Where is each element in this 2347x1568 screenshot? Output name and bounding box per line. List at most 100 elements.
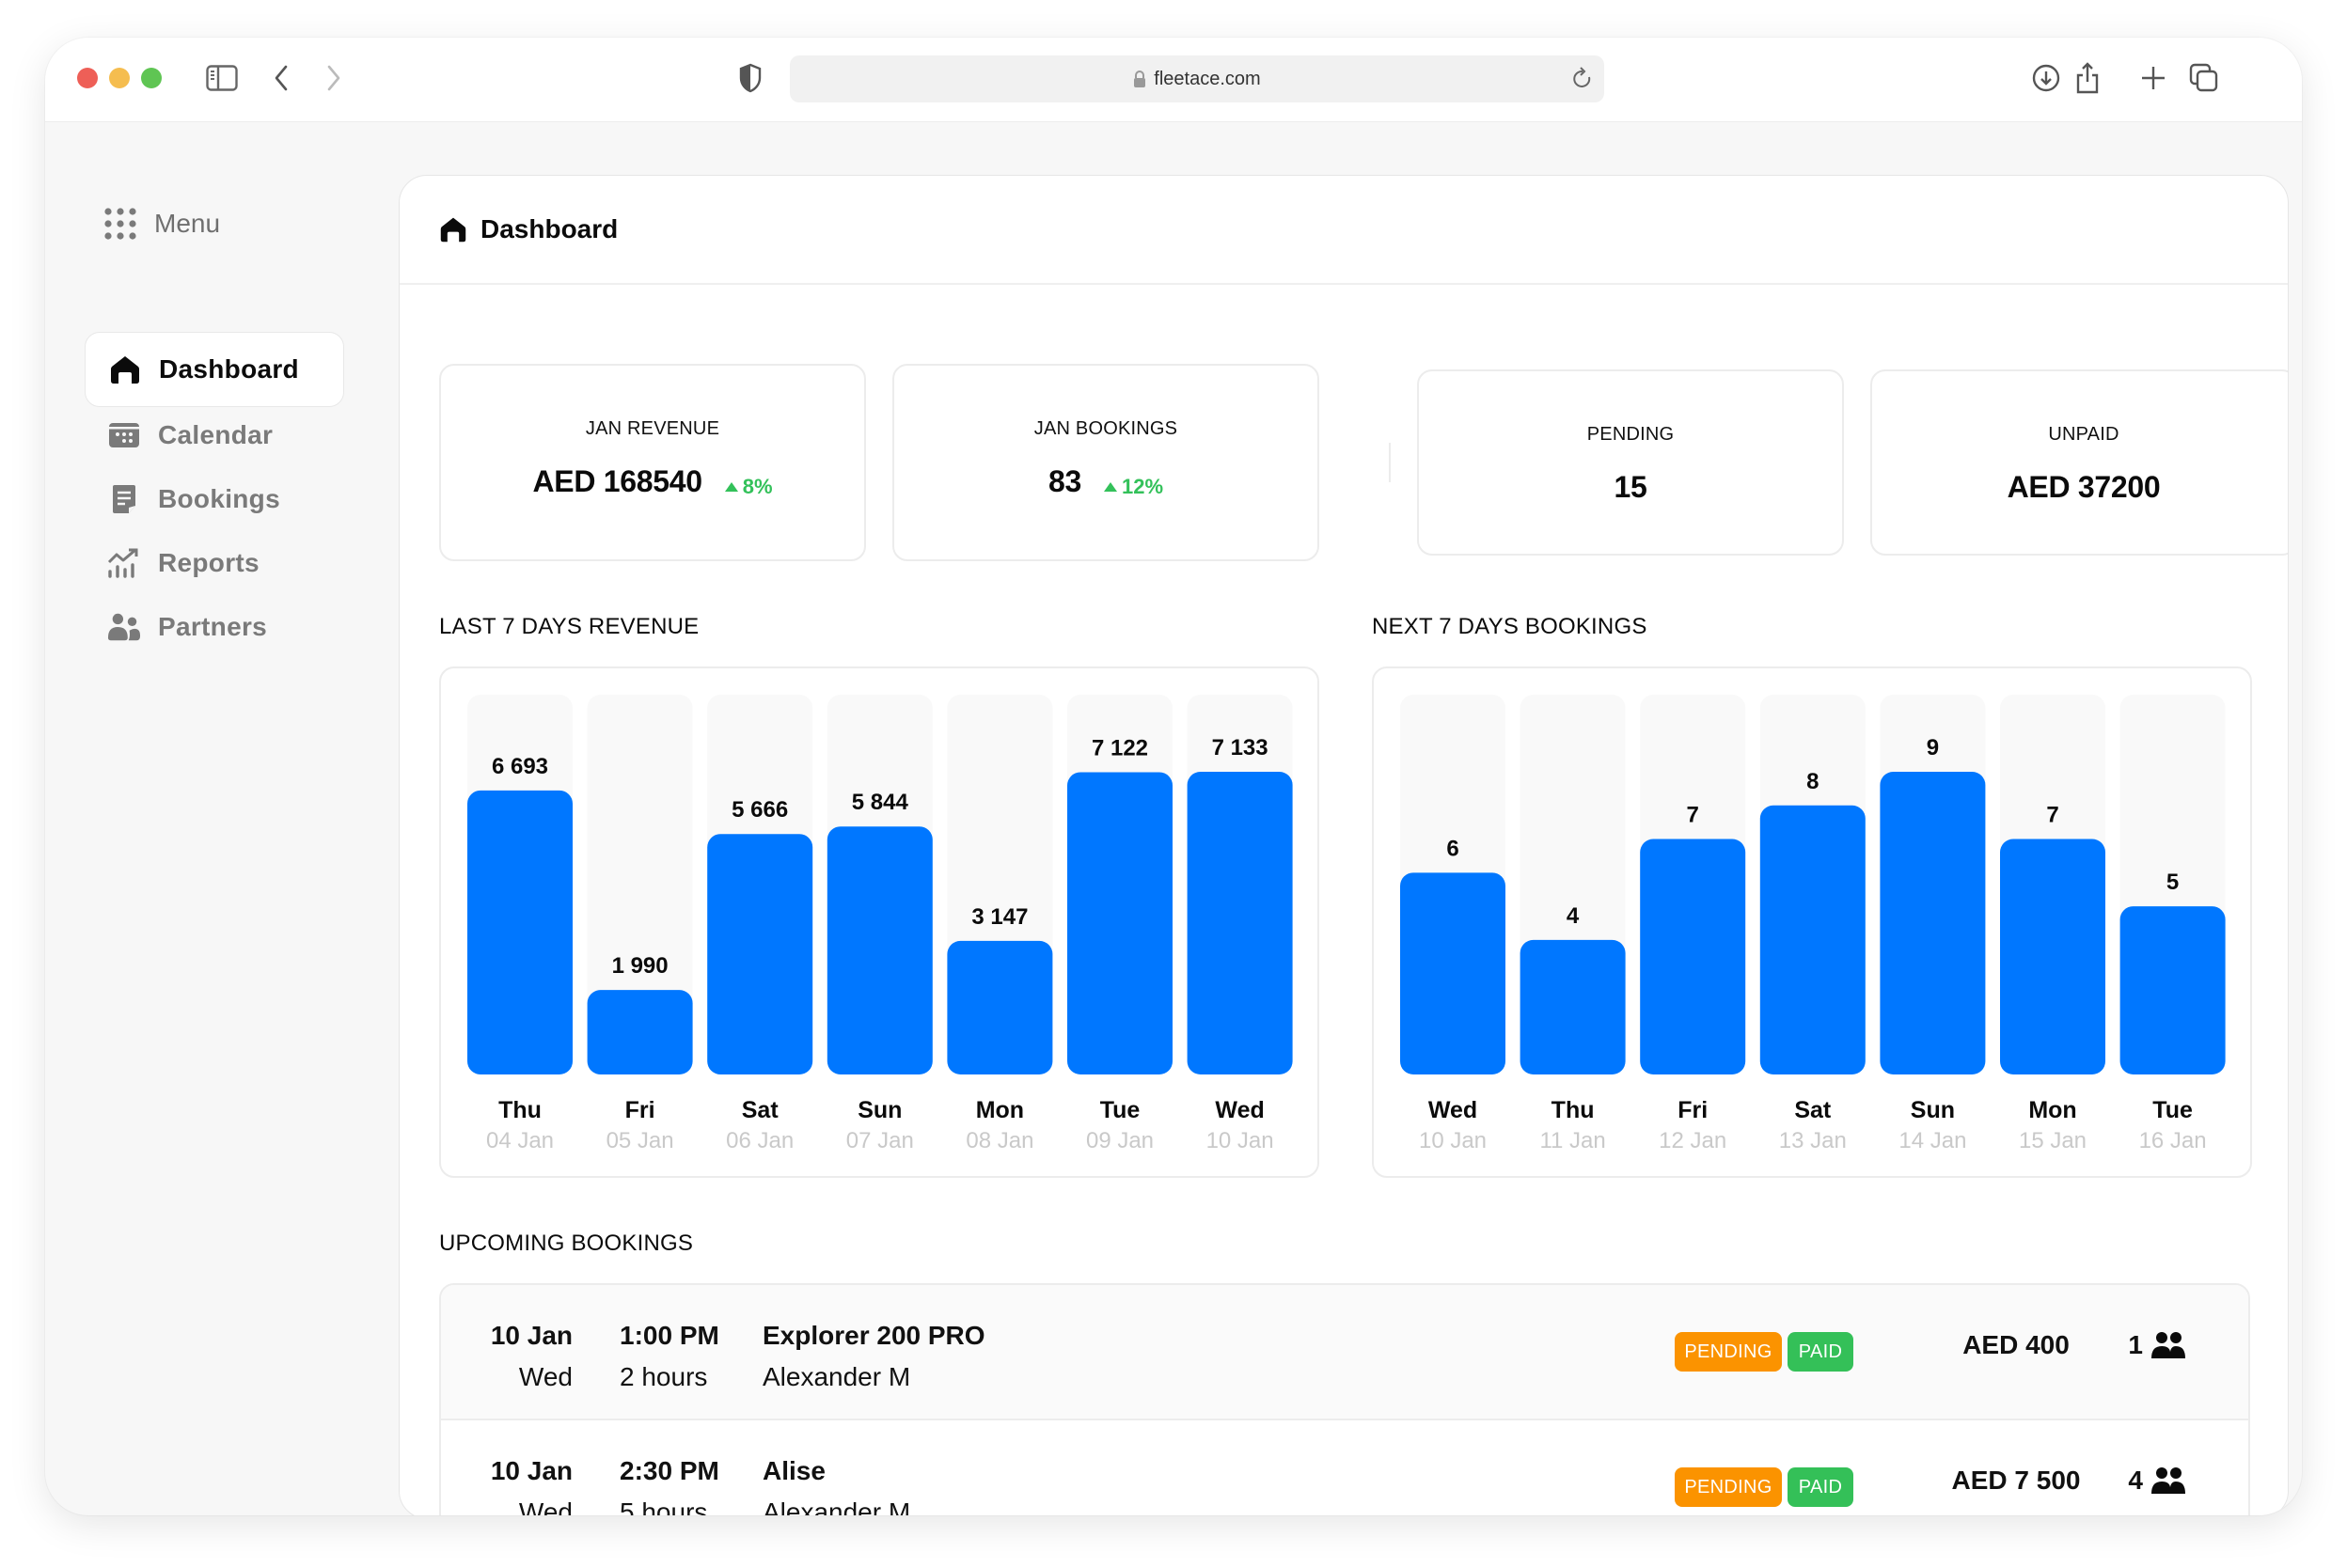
stat-label: UNPAID <box>1872 424 2289 446</box>
menu-label: Menu <box>154 209 220 239</box>
booking-people: 4 <box>2128 1466 2186 1496</box>
bookings-chart-svg: 6Wed10 Jan4Thu11 Jan7Fri12 Jan8Sat13 Jan… <box>1374 668 2254 1180</box>
x-tick-sublabel: 08 Jan <box>966 1128 1033 1153</box>
x-tick-sublabel: 10 Jan <box>1419 1128 1487 1153</box>
forward-icon[interactable] <box>320 60 348 96</box>
bar <box>947 941 1052 1074</box>
sidebar-item-label: Bookings <box>158 484 280 514</box>
booking-date: 10 JanWed <box>479 1450 573 1515</box>
tabs-overview-icon[interactable] <box>2187 60 2221 96</box>
bar-value-label: 8 <box>1806 769 1819 794</box>
stat-label: JAN BOOKINGS <box>894 418 1317 440</box>
sidebar-item-partners[interactable]: Partners <box>85 589 344 665</box>
new-tab-icon[interactable] <box>2136 60 2170 96</box>
upcoming-bookings-list: 10 JanWed 1:00 PM2 hours Explorer 200 PR… <box>439 1283 2250 1515</box>
stat-delta: 12% <box>1104 475 1163 499</box>
bar-value-label: 4 <box>1567 903 1580 929</box>
booking-item: Explorer 200 PROAlexander M <box>763 1315 985 1398</box>
x-tick-label: Fri <box>625 1097 655 1123</box>
revenue-chart: 6 693Thu04 Jan1 990Fri05 Jan5 666Sat06 J… <box>439 666 1319 1178</box>
x-tick-sublabel: 05 Jan <box>606 1128 674 1153</box>
url-text: fleetace.com <box>1154 69 1260 90</box>
downloads-icon[interactable] <box>2029 60 2063 96</box>
revenue-chart-svg: 6 693Thu04 Jan1 990Fri05 Jan5 666Sat06 J… <box>441 668 1321 1180</box>
status-badge-pending: PENDING <box>1675 1467 1782 1507</box>
bar <box>1188 772 1293 1074</box>
status-badge-paid: PAID <box>1788 1467 1853 1507</box>
bar-value-label: 6 693 <box>492 754 548 779</box>
booking-amount: AED 400 <box>1889 1330 2143 1360</box>
maximize-window-button[interactable] <box>141 68 162 88</box>
bar <box>707 834 812 1074</box>
bar-value-label: 7 <box>2046 803 2058 828</box>
close-window-button[interactable] <box>77 68 98 88</box>
stat-card-jan-revenue: JAN REVENUE AED 168540 8% <box>439 364 866 561</box>
x-tick-sublabel: 04 Jan <box>486 1128 554 1153</box>
sidebar-item-dashboard[interactable]: Dashboard <box>85 332 344 407</box>
x-tick-sublabel: 07 Jan <box>846 1128 914 1153</box>
privacy-shield-icon[interactable] <box>733 60 767 96</box>
bar <box>2120 906 2226 1074</box>
address-bar[interactable]: fleetace.com <box>790 55 1604 102</box>
x-tick-label: Wed <box>1215 1097 1264 1123</box>
stat-divider <box>1389 443 1391 482</box>
bar <box>1880 772 1985 1074</box>
booking-date: 10 JanWed <box>479 1315 573 1398</box>
sidebar-toggle-icon[interactable] <box>203 60 241 96</box>
stat-delta: 8% <box>725 475 773 499</box>
people-icon <box>2150 1466 2186 1495</box>
bar-value-label: 5 666 <box>732 797 788 823</box>
sidebar-item-label: Partners <box>158 612 267 642</box>
browser-window: fleetace.com Menu <box>45 38 2302 1515</box>
x-tick-label: Sun <box>1911 1097 1955 1123</box>
home-icon <box>439 215 467 243</box>
booking-amount: AED 7 500 <box>1889 1466 2143 1496</box>
minimize-window-button[interactable] <box>109 68 130 88</box>
stat-value: 83 <box>1048 464 1081 499</box>
bar-value-label: 7 <box>1687 803 1699 828</box>
x-tick-label: Wed <box>1428 1097 1477 1123</box>
booking-row[interactable]: 10 JanWed 2:30 PM5 hours AliseAlexander … <box>441 1420 2248 1515</box>
x-tick-sublabel: 09 Jan <box>1086 1128 1154 1153</box>
grid-dots-icon <box>103 207 137 241</box>
sidebar-menu-toggle[interactable]: Menu <box>103 207 220 241</box>
booking-row[interactable]: 10 JanWed 1:00 PM2 hours Explorer 200 PR… <box>441 1285 2248 1420</box>
home-icon <box>108 353 142 386</box>
x-tick-sublabel: 13 Jan <box>1779 1128 1847 1153</box>
bar-value-label: 5 844 <box>852 790 909 815</box>
booking-time: 1:00 PM2 hours <box>620 1315 719 1398</box>
x-tick-sublabel: 14 Jan <box>1898 1128 1966 1153</box>
reports-icon <box>107 546 141 580</box>
stat-value: AED 37200 <box>2008 470 2161 505</box>
back-icon[interactable] <box>267 60 295 96</box>
reload-icon[interactable] <box>1570 65 1595 98</box>
share-icon[interactable] <box>2071 60 2104 96</box>
stat-card-unpaid: UNPAID AED 37200 <box>1870 369 2289 556</box>
x-tick-label: Mon <box>2028 1097 2076 1123</box>
bar <box>1520 940 1626 1074</box>
x-tick-sublabel: 15 Jan <box>2019 1128 2087 1153</box>
x-tick-label: Thu <box>1552 1097 1595 1123</box>
booking-time: 2:30 PM5 hours <box>620 1450 719 1515</box>
page-title: Dashboard <box>480 214 618 244</box>
x-tick-label: Sat <box>1794 1097 1832 1123</box>
x-tick-label: Tue <box>1100 1097 1141 1123</box>
x-tick-sublabel: 12 Jan <box>1659 1128 1726 1153</box>
x-tick-label: Thu <box>498 1097 542 1123</box>
bar-value-label: 1 990 <box>612 953 669 979</box>
booking-item: AliseAlexander M <box>763 1450 910 1515</box>
x-tick-sublabel: 11 Jan <box>1539 1128 1605 1153</box>
calendar-icon <box>107 418 141 452</box>
stat-value: 15 <box>1615 470 1647 505</box>
status-badge-paid: PAID <box>1788 1332 1853 1372</box>
revenue-chart-title: LAST 7 DAYS REVENUE <box>439 614 699 640</box>
x-tick-sublabel: 16 Jan <box>2139 1128 2207 1153</box>
bar <box>827 826 933 1074</box>
stat-value: AED 168540 <box>532 464 701 499</box>
bookings-chart-title: NEXT 7 DAYS BOOKINGS <box>1372 614 1647 640</box>
x-tick-label: Fri <box>1678 1097 1708 1123</box>
x-tick-sublabel: 06 Jan <box>726 1128 794 1153</box>
bar <box>1640 839 1745 1074</box>
booking-people: 1 <box>2128 1330 2186 1360</box>
bar-value-label: 3 147 <box>971 904 1028 930</box>
